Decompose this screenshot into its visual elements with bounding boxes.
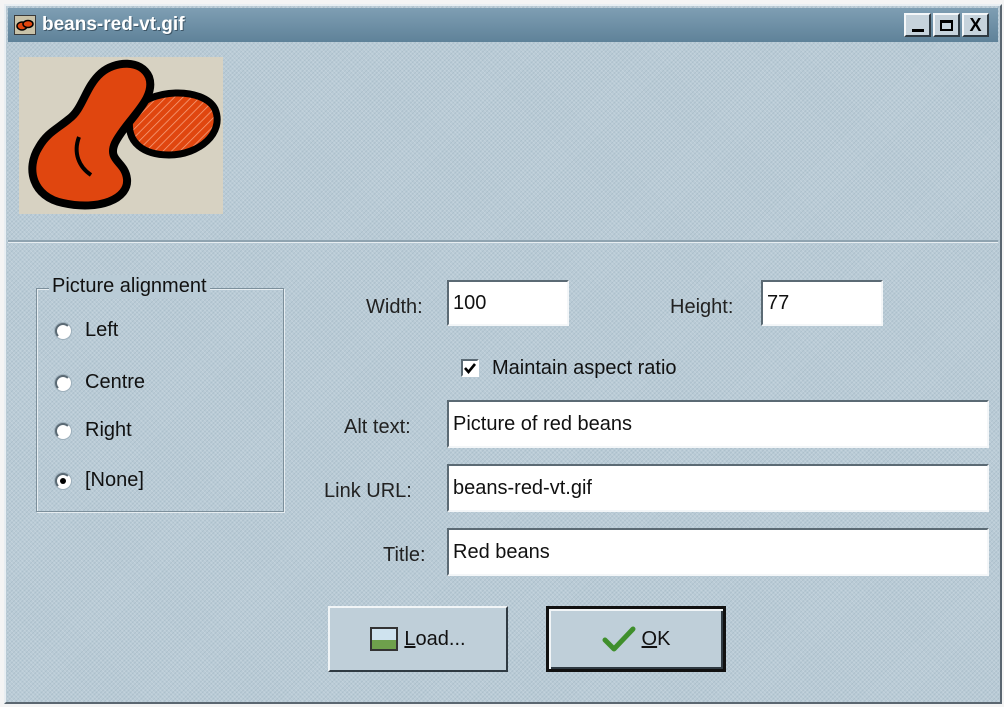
load-button[interactable]: Load... <box>328 606 508 672</box>
radio-none[interactable]: [None] <box>55 469 144 492</box>
radio-right[interactable]: Right <box>55 419 132 442</box>
title-label: Title: <box>383 544 426 566</box>
radio-left[interactable]: Left <box>55 319 118 342</box>
load-label-rest: oad... <box>415 627 466 650</box>
radio-none-label: [None] <box>85 469 144 491</box>
radio-none-button[interactable] <box>55 472 71 489</box>
app-icon <box>14 15 36 35</box>
width-input[interactable] <box>447 280 569 326</box>
image-properties-dialog: beans-red-vt.gif X Picture alignment Lef… <box>4 4 1002 704</box>
minimize-button[interactable] <box>904 13 931 37</box>
picture-alignment-group: Picture alignment Left Centre Right [Non… <box>36 275 284 512</box>
title-input[interactable] <box>447 528 989 576</box>
radio-left-label: Left <box>85 319 119 341</box>
close-icon: X <box>969 15 982 35</box>
height-label: Height: <box>670 296 734 318</box>
radio-centre[interactable]: Centre <box>55 371 145 394</box>
alt-text-input[interactable] <box>447 400 989 448</box>
link-url-label: Link URL: <box>324 480 412 502</box>
ok-label-mnemonic: O <box>641 627 658 650</box>
radio-right-button[interactable] <box>55 422 71 439</box>
radio-right-label: Right <box>85 419 132 441</box>
beans-image <box>28 59 221 210</box>
radio-left-button[interactable] <box>55 322 71 339</box>
radio-centre-button[interactable] <box>55 374 71 391</box>
check-mark-icon <box>464 363 477 375</box>
alt-text-label: Alt text: <box>344 416 411 438</box>
maximize-button[interactable] <box>933 13 960 37</box>
width-label: Width: <box>366 296 423 318</box>
minimize-icon <box>911 28 924 32</box>
checkmark-icon <box>602 626 636 652</box>
load-label-mnemonic: L <box>404 627 416 650</box>
image-preview-panel <box>8 44 998 242</box>
close-button[interactable]: X <box>962 13 989 37</box>
height-input[interactable] <box>761 280 883 326</box>
image-thumbnail <box>19 57 223 214</box>
ok-label-rest: K <box>657 627 671 650</box>
title-bar[interactable]: beans-red-vt.gif X <box>8 8 998 42</box>
ok-button[interactable]: OK <box>546 606 726 672</box>
maximize-icon <box>940 19 953 31</box>
picture-alignment-legend: Picture alignment <box>49 275 210 298</box>
maintain-aspect-checkbox[interactable] <box>461 359 479 377</box>
link-url-input[interactable] <box>447 464 989 512</box>
window-title: beans-red-vt.gif <box>42 14 185 35</box>
radio-centre-label: Centre <box>85 371 146 393</box>
image-icon <box>370 627 399 651</box>
maintain-aspect-label: Maintain aspect ratio <box>492 357 677 379</box>
